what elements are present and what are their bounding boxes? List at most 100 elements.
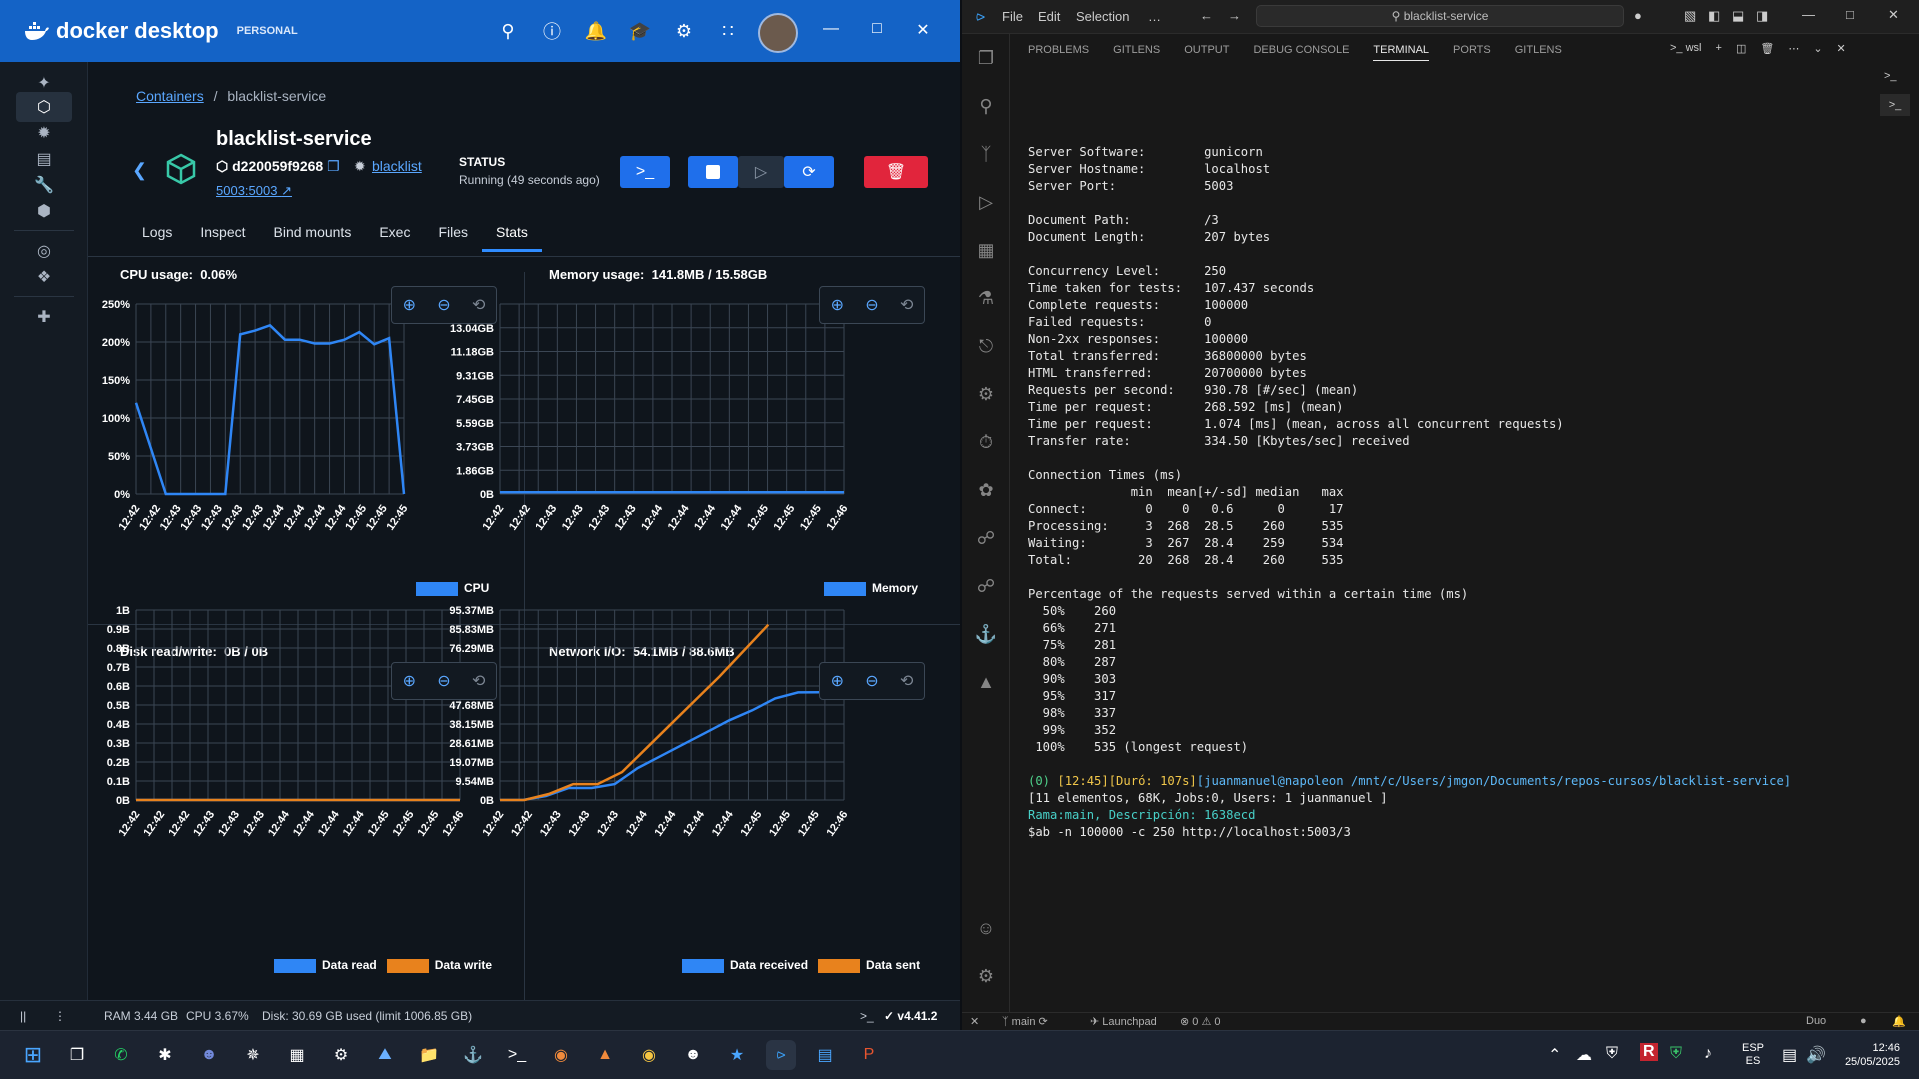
duo-status[interactable]: Duo bbox=[1806, 1015, 1826, 1027]
remote-explorer-icon[interactable]: ⚙ bbox=[972, 380, 1000, 408]
manage-gear-icon[interactable]: ⚙ bbox=[972, 962, 1000, 990]
image-link[interactable]: blacklist bbox=[372, 158, 422, 174]
testing-icon[interactable]: ⚗ bbox=[972, 284, 1000, 312]
hub-icon[interactable]: ⬢ bbox=[16, 196, 72, 226]
branch-status[interactable]: ᛉ main ⟳ bbox=[1002, 1015, 1048, 1028]
gitlens-icon[interactable]: ⎋ bbox=[972, 332, 1000, 360]
tab-logs[interactable]: Logs bbox=[128, 224, 186, 252]
tab-inspect[interactable]: Inspect bbox=[186, 224, 259, 252]
volume-icon[interactable]: 🔊 bbox=[1806, 1045, 1826, 1065]
zoom-out-icon[interactable]: ⊖ bbox=[437, 671, 450, 691]
discord-icon[interactable]: ☻ bbox=[194, 1040, 224, 1070]
toggle-panel-icon[interactable]: ⬓ bbox=[1732, 8, 1744, 24]
breadcrumb-containers-link[interactable]: Containers bbox=[136, 88, 204, 104]
tab-debug-console[interactable]: DEBUG CONSOLE bbox=[1253, 44, 1349, 61]
menu-selection[interactable]: Selection bbox=[1076, 9, 1129, 24]
toggle-aux-icon[interactable]: ◨ bbox=[1756, 8, 1768, 24]
reset-zoom-icon[interactable]: ⟲ bbox=[472, 671, 485, 691]
close-panel-icon[interactable]: ✕ bbox=[1837, 42, 1846, 55]
gitkraken-icon[interactable]: ▲ bbox=[590, 1040, 620, 1070]
search-icon[interactable]: ⚲ bbox=[495, 18, 521, 44]
tab-terminal[interactable]: TERMINAL bbox=[1373, 44, 1430, 61]
microphone-icon[interactable]: ♪ bbox=[1704, 1045, 1712, 1063]
notifications-icon[interactable]: 🔔 bbox=[1892, 1015, 1906, 1028]
gitlab-icon[interactable]: ✿ bbox=[972, 476, 1000, 504]
zoom-out-icon[interactable]: ⊖ bbox=[437, 295, 450, 315]
start-button[interactable]: ▷ bbox=[738, 156, 784, 188]
pause-icon[interactable]: || bbox=[20, 1009, 26, 1023]
split-terminal-icon[interactable]: ◫ bbox=[1736, 42, 1746, 55]
security-icon[interactable]: ⛨ bbox=[1670, 1045, 1682, 1063]
restart-button[interactable]: ⟳ bbox=[784, 156, 834, 188]
delete-button[interactable]: 🗑 bbox=[864, 156, 928, 188]
angular-icon[interactable]: ▲ bbox=[972, 668, 1000, 696]
avatar[interactable] bbox=[758, 13, 798, 53]
tab-gitlens[interactable]: GITLENS bbox=[1113, 44, 1160, 61]
chevron-down-icon[interactable]: ⌄ bbox=[1813, 42, 1822, 55]
extensions-icon[interactable]: ❖ bbox=[16, 262, 72, 292]
toggle-sidebar-icon[interactable]: ◧ bbox=[1708, 8, 1720, 24]
terminal-taskbar-icon[interactable]: >_ bbox=[502, 1040, 532, 1070]
tray-chevron-icon[interactable]: ⌃ bbox=[1548, 1045, 1561, 1065]
zoom-out-icon[interactable]: ⊖ bbox=[865, 671, 878, 691]
trash-icon[interactable]: 🗑 bbox=[1760, 42, 1774, 55]
back-arrow-icon[interactable]: ← bbox=[1200, 8, 1213, 23]
terminal-icon[interactable]: >_ bbox=[860, 1009, 874, 1023]
bell-icon[interactable]: 🔔 bbox=[583, 18, 609, 44]
antivirus-icon[interactable]: R bbox=[1640, 1043, 1658, 1061]
terminal-profile[interactable]: >_ wsl bbox=[1670, 42, 1702, 55]
maximize-icon[interactable]: □ bbox=[866, 20, 888, 40]
language-indicator[interactable]: ESP ES bbox=[1742, 1042, 1764, 1068]
reset-zoom-icon[interactable]: ⟲ bbox=[472, 295, 485, 315]
source-control-icon[interactable]: ᛉ bbox=[972, 140, 1000, 168]
command-center-search[interactable]: ⚲ blacklist-service bbox=[1256, 5, 1624, 27]
slack-icon[interactable]: ✱ bbox=[150, 1040, 180, 1070]
help-icon[interactable]: ⓘ bbox=[539, 18, 565, 44]
terminal-instance-icon[interactable]: >_ bbox=[1884, 70, 1906, 92]
copy-icon[interactable]: ❐ bbox=[327, 158, 340, 174]
file-explorer-icon[interactable]: 📁 bbox=[414, 1040, 444, 1070]
run-debug-icon[interactable]: ▷ bbox=[972, 188, 1000, 216]
zoom-in-icon[interactable]: ⊕ bbox=[831, 295, 844, 315]
menu-file[interactable]: File bbox=[1002, 9, 1023, 24]
tab-exec[interactable]: Exec bbox=[365, 224, 424, 252]
terminal-button[interactable]: >_ bbox=[620, 156, 670, 188]
chatgpt-icon[interactable]: ✵ bbox=[238, 1040, 268, 1070]
zoom-in-icon[interactable]: ⊕ bbox=[831, 671, 844, 691]
extensions-icon[interactable]: ▦ bbox=[972, 236, 1000, 264]
onedrive-icon[interactable]: ☁ bbox=[1576, 1045, 1592, 1065]
photos-icon[interactable]: ⛰ bbox=[370, 1040, 400, 1070]
docker-taskbar-icon[interactable]: ⚓ bbox=[458, 1040, 488, 1070]
more-icon[interactable]: ⋯ bbox=[1788, 42, 1799, 55]
explorer-icon[interactable]: ❐ bbox=[972, 44, 1000, 72]
tab-problems[interactable]: PROBLEMS bbox=[1028, 44, 1089, 61]
copilot-icon[interactable]: ● bbox=[1634, 8, 1642, 23]
network-icon[interactable]: ▤ bbox=[1782, 1045, 1797, 1065]
more-icon[interactable]: ⋮ bbox=[54, 1009, 66, 1023]
forward-arrow-icon[interactable]: → bbox=[1228, 8, 1241, 23]
account-icon[interactable]: ☺ bbox=[972, 914, 1000, 942]
close-icon[interactable]: ✕ bbox=[912, 20, 934, 40]
tab-stats[interactable]: Stats bbox=[482, 224, 542, 252]
zoom-in-icon[interactable]: ⊕ bbox=[403, 295, 416, 315]
tab-ports[interactable]: PORTS bbox=[1453, 44, 1491, 61]
gear-icon[interactable]: ⚙ bbox=[671, 18, 697, 44]
tab-gitlens-2[interactable]: GITLENS bbox=[1515, 44, 1562, 61]
stop-button[interactable] bbox=[688, 156, 738, 188]
menu-more[interactable]: … bbox=[1148, 9, 1161, 24]
powerpoint-icon[interactable]: P bbox=[854, 1040, 884, 1070]
store-icon[interactable]: ▦ bbox=[282, 1040, 312, 1070]
bitwarden-icon[interactable]: ★ bbox=[722, 1040, 752, 1070]
launchpad-status[interactable]: ✈ Launchpad bbox=[1090, 1015, 1157, 1028]
postman-icon[interactable]: ◉ bbox=[546, 1040, 576, 1070]
learn-icon[interactable]: 🎓 bbox=[627, 18, 653, 44]
tab-files[interactable]: Files bbox=[424, 224, 482, 252]
task-view-icon[interactable]: ❐ bbox=[62, 1040, 92, 1070]
chrome-icon[interactable]: ◉ bbox=[634, 1040, 664, 1070]
timeline-icon[interactable]: ⏱ bbox=[972, 428, 1000, 456]
terminal-instance-icon-active[interactable]: >_ bbox=[1880, 94, 1910, 116]
notepad-icon[interactable]: ▤ bbox=[810, 1040, 840, 1070]
apps-grid-icon[interactable]: ∷ bbox=[715, 18, 741, 44]
clock[interactable]: 12:46 25/05/2025 bbox=[1834, 1041, 1900, 1069]
remote-icon[interactable]: ✕ bbox=[970, 1015, 979, 1028]
